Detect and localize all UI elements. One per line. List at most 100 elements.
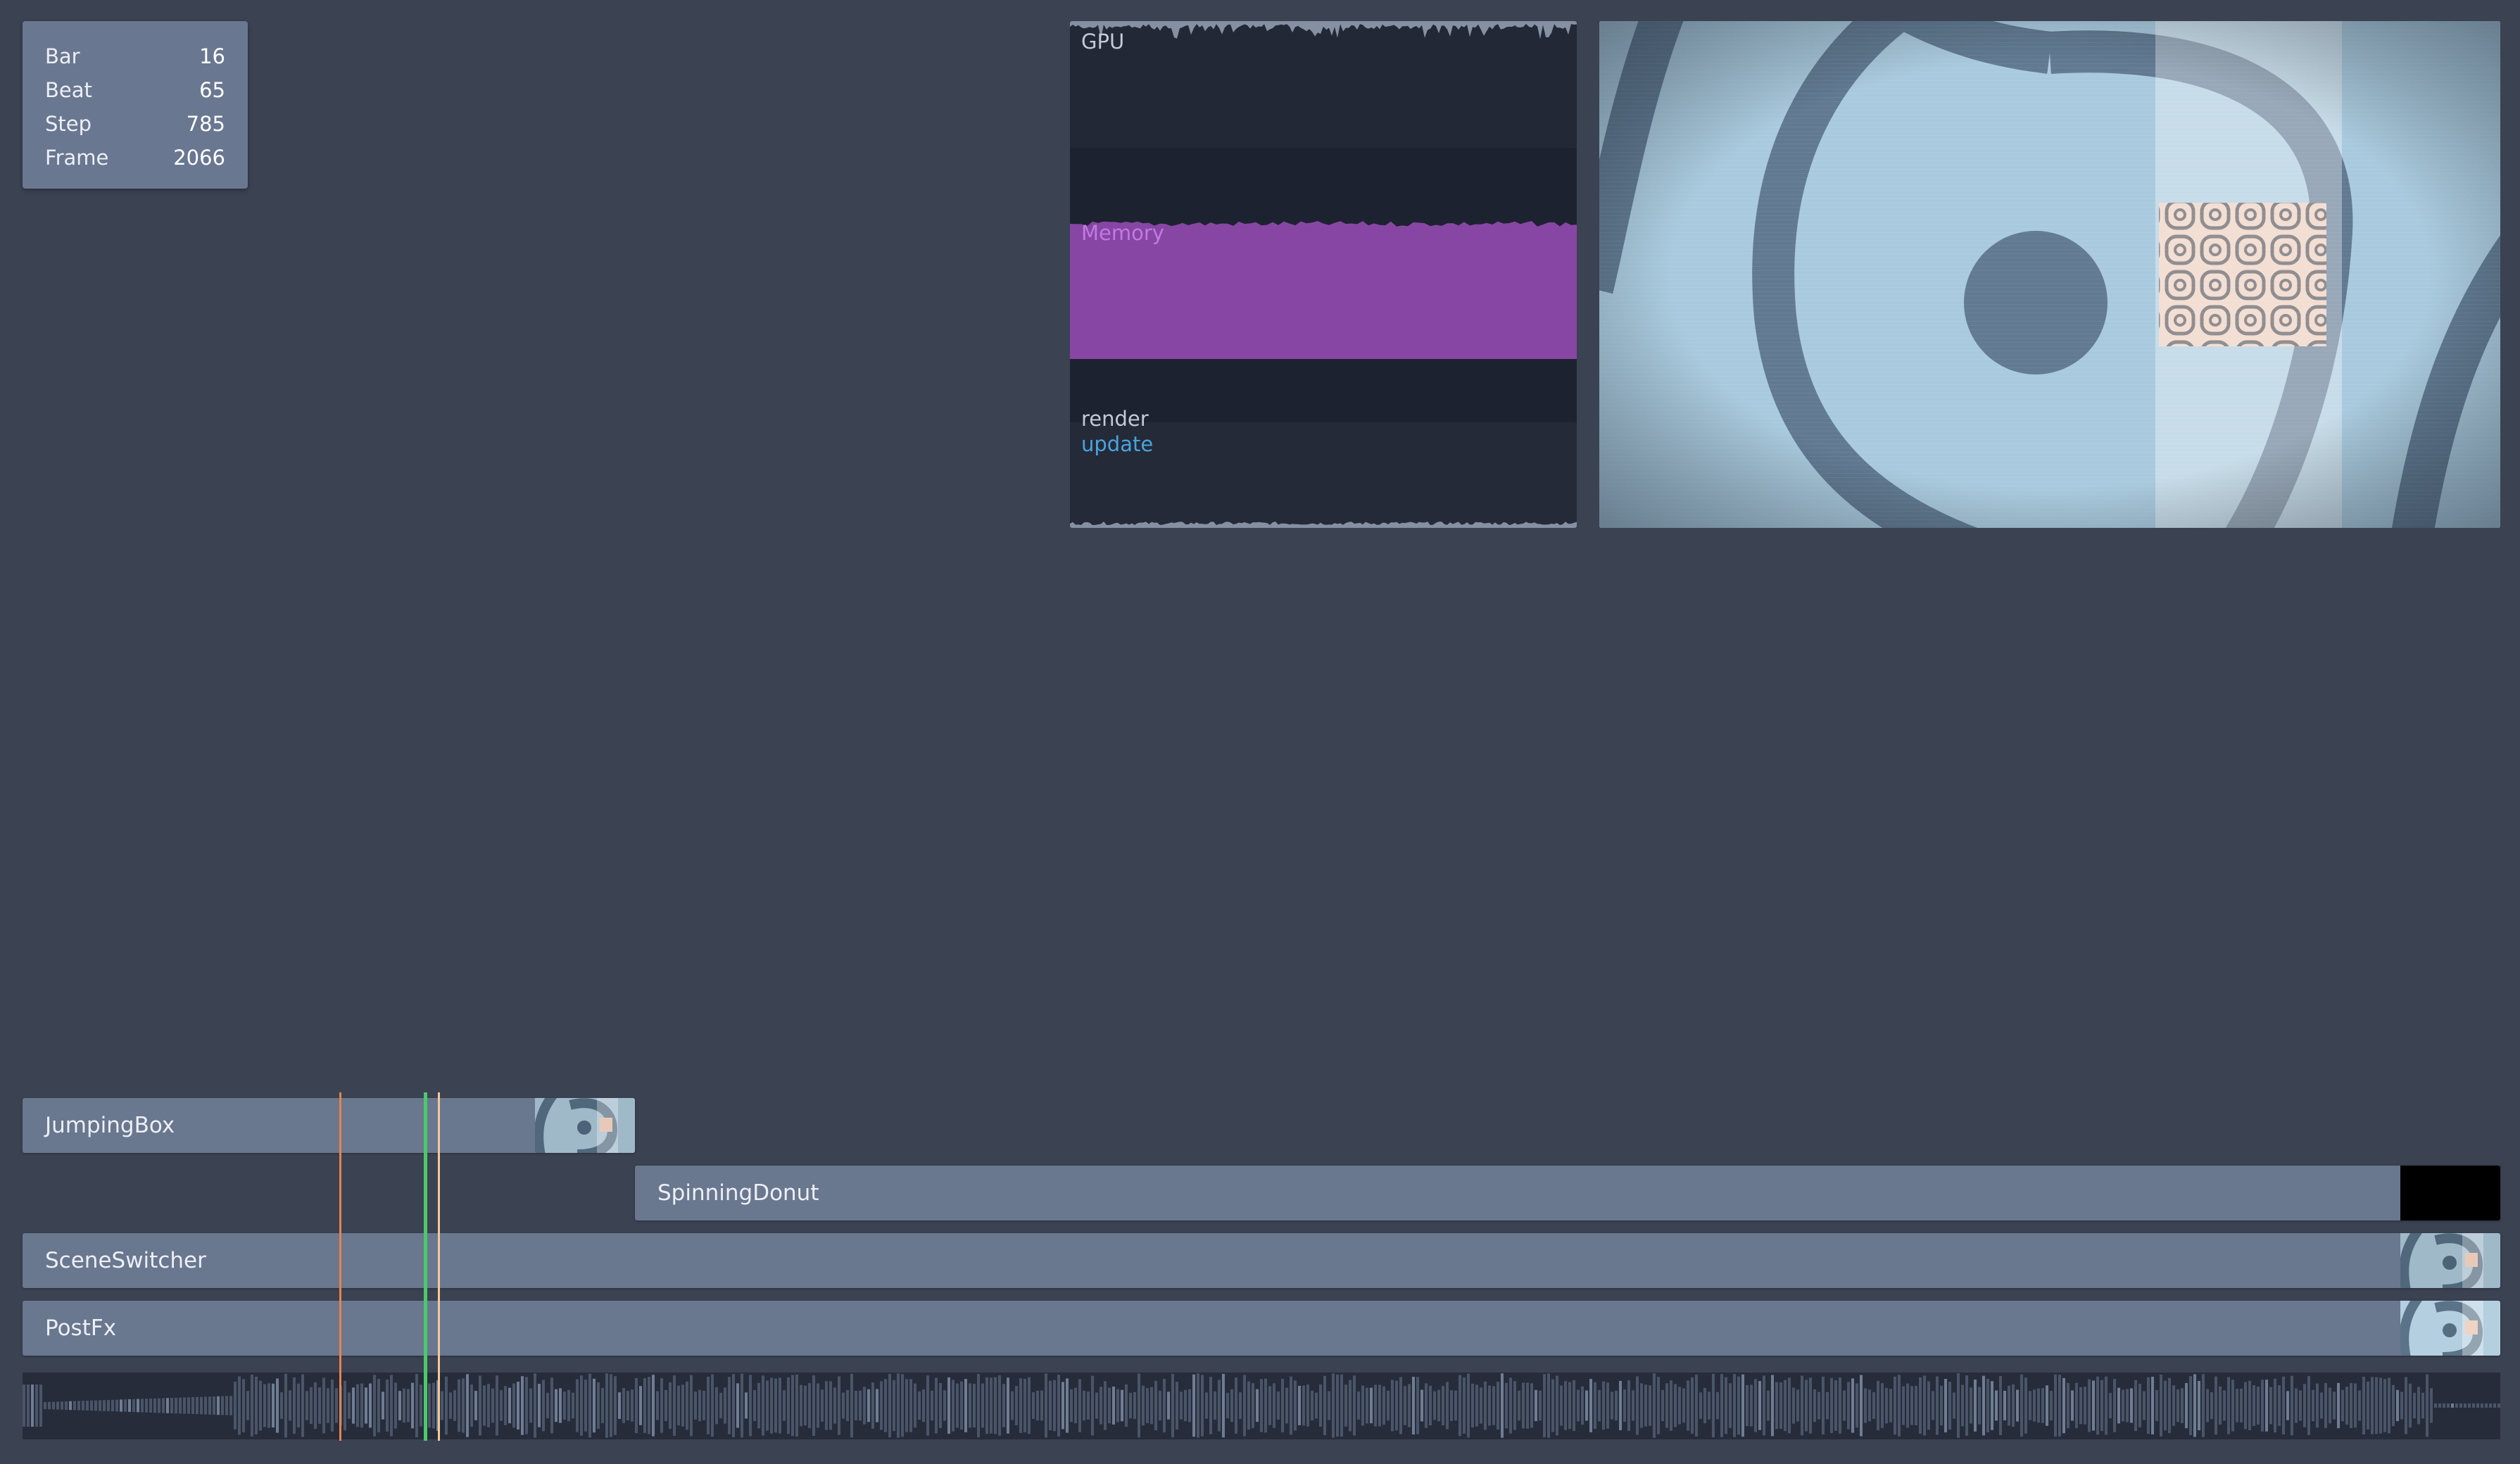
stats-panel: Bar 16 Beat 65 Step 785 Frame 2066 <box>23 21 248 189</box>
waveform-bar <box>1163 1379 1166 1433</box>
clip-jumpingbox[interactable]: JumpingBox <box>23 1098 635 1153</box>
waveform-bar <box>2497 1403 2500 1408</box>
waveform-bar <box>1378 1384 1381 1427</box>
waveform-bar <box>2206 1389 2209 1422</box>
waveform-bar <box>1767 1390 1770 1421</box>
waveform-bar <box>1999 1376 2002 1435</box>
waveform-bar <box>893 1380 895 1432</box>
waveform-bar <box>517 1382 519 1430</box>
waveform-bar <box>1872 1392 1875 1419</box>
waveform-bar <box>2172 1385 2175 1426</box>
waveform-bar <box>183 1397 186 1414</box>
waveform-bar <box>1180 1392 1183 1420</box>
waveform-bar <box>1860 1375 1863 1437</box>
waveform-bar <box>1894 1376 1896 1435</box>
waveform-bar <box>1796 1389 1799 1422</box>
waveform-bar <box>774 1378 777 1433</box>
waveform-bar <box>23 1384 25 1427</box>
clip-thumbnail <box>2400 1166 2500 1220</box>
stat-beat: Beat 65 <box>45 73 225 107</box>
waveform-bar <box>1497 1382 1499 1430</box>
waveform-bar <box>2231 1380 2234 1432</box>
waveform-bar <box>643 1378 646 1433</box>
waveform-bar <box>2476 1403 2479 1408</box>
waveform-bar <box>2350 1383 2352 1428</box>
waveform-bar <box>2265 1380 2268 1432</box>
waveform-bar <box>2396 1389 2399 1422</box>
waveform-bar <box>1741 1374 1744 1437</box>
stat-frame: Frame 2066 <box>45 141 225 175</box>
waveform-bar <box>1568 1382 1571 1430</box>
waveform-bar <box>2189 1376 2192 1435</box>
waveform-bar <box>2105 1376 2108 1435</box>
waveform-bar <box>614 1376 617 1435</box>
scene-preview <box>1599 21 2500 528</box>
waveform-bar <box>1192 1374 1195 1437</box>
waveform-bar <box>2193 1374 2196 1437</box>
waveform-bar <box>1678 1387 1681 1425</box>
waveform-bar <box>69 1401 72 1411</box>
waveform-bar <box>2354 1383 2357 1428</box>
waveform-bar <box>2185 1383 2188 1429</box>
waveform-bar <box>158 1398 160 1413</box>
waveform-bar <box>909 1379 912 1432</box>
waveform-bar <box>1277 1392 1280 1420</box>
waveform-bar <box>1779 1382 1782 1429</box>
waveform-bar <box>1425 1383 1428 1428</box>
waveform-bar <box>1361 1385 1364 1426</box>
waveform-bar <box>1919 1377 1922 1434</box>
waveform-bar <box>1450 1390 1453 1421</box>
playhead[interactable] <box>424 1092 427 1441</box>
clip-postfx[interactable]: PostFx <box>23 1301 2500 1356</box>
waveform-bar <box>1581 1386 1584 1425</box>
loop-end-marker[interactable] <box>438 1092 440 1441</box>
waveform-bar <box>124 1399 127 1412</box>
waveform-bar <box>1125 1384 1128 1427</box>
waveform-bar <box>880 1381 883 1430</box>
waveform-bar <box>1260 1379 1263 1432</box>
waveform-bar <box>73 1401 76 1411</box>
waveform-bar <box>652 1375 655 1437</box>
gpu-label: GPU <box>1081 30 1125 53</box>
audio-waveform[interactable] <box>23 1372 2500 1439</box>
waveform-bar <box>386 1380 389 1432</box>
waveform-bar <box>82 1401 84 1411</box>
waveform-bar <box>1817 1392 1820 1420</box>
waveform-bar <box>1306 1384 1309 1427</box>
waveform-bar <box>221 1396 224 1415</box>
waveform-bar <box>1222 1373 1225 1438</box>
waveform-bar <box>1488 1385 1491 1426</box>
loop-start-marker[interactable] <box>339 1092 341 1441</box>
waveform-bar <box>749 1375 752 1437</box>
waveform-bar <box>1480 1387 1482 1424</box>
waveform-bar <box>2219 1386 2222 1425</box>
waveform-bar <box>1197 1373 1199 1438</box>
waveform-bar <box>964 1379 967 1432</box>
waveform-bar <box>2058 1375 2061 1437</box>
waveform-bar <box>2244 1382 2247 1430</box>
waveform-bar <box>1395 1380 1398 1431</box>
waveform-bar <box>48 1401 51 1410</box>
waveform-bar <box>175 1397 177 1414</box>
clip-sceneswitcher[interactable]: SceneSwitcher <box>23 1233 2500 1288</box>
waveform-bar <box>1649 1385 1651 1426</box>
waveform-bar <box>145 1399 148 1413</box>
waveform-bar <box>981 1383 984 1428</box>
waveform-bar <box>1108 1387 1111 1424</box>
waveform-bar <box>272 1383 275 1428</box>
waveform-bar <box>1247 1381 1250 1430</box>
waveform-bar <box>855 1391 857 1420</box>
waveform-bar <box>947 1377 950 1434</box>
waveform-bar <box>707 1377 710 1434</box>
waveform-bar <box>458 1379 460 1432</box>
waveform-bar <box>1594 1382 1596 1430</box>
waveform-bar <box>762 1375 764 1436</box>
waveform-bar <box>1784 1380 1787 1432</box>
waveform-bar <box>2168 1377 2171 1434</box>
waveform-bar <box>2324 1383 2327 1428</box>
waveform-bar <box>1995 1390 1998 1421</box>
waveform-bar <box>1619 1380 1622 1431</box>
clip-spinningdonut[interactable]: SpinningDonut <box>635 1166 2500 1220</box>
waveform-bar <box>918 1391 921 1420</box>
waveform-bar <box>2071 1390 2074 1421</box>
